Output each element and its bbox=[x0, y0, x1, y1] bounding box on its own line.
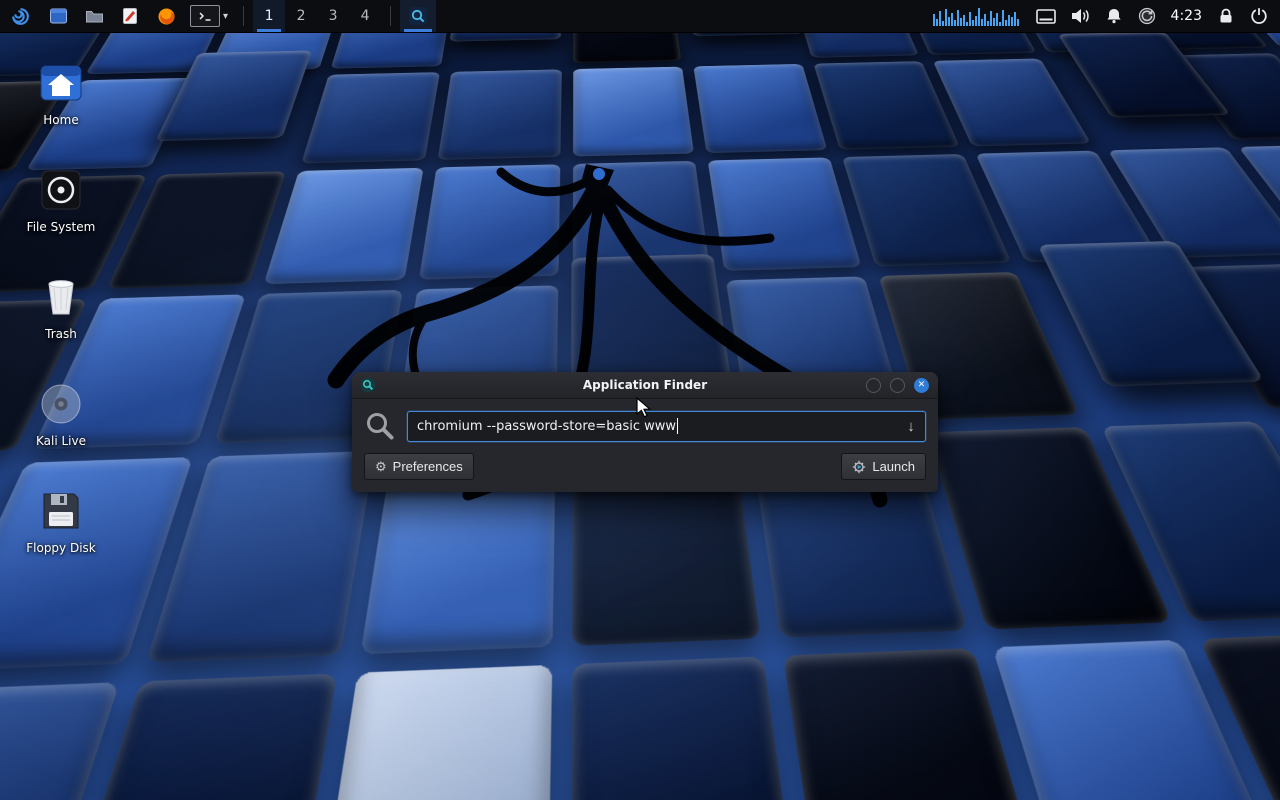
minimize-button[interactable] bbox=[866, 378, 881, 393]
text-caret bbox=[677, 418, 678, 434]
drive-icon bbox=[38, 167, 84, 213]
text-editor-icon bbox=[122, 7, 138, 25]
command-input[interactable]: chromium --password-store=basic www bbox=[408, 418, 897, 434]
file-manager-icon bbox=[49, 7, 68, 25]
cube bbox=[438, 69, 562, 160]
floppy-icon bbox=[38, 488, 84, 534]
cube bbox=[708, 157, 862, 271]
terminal-dropdown-icon[interactable]: ▾ bbox=[223, 11, 228, 22]
desktop-icon-floppy-disk[interactable]: Floppy Disk bbox=[14, 480, 108, 587]
folder-icon bbox=[85, 8, 104, 24]
logout-power-icon[interactable] bbox=[1250, 7, 1268, 25]
cube bbox=[419, 164, 560, 279]
search-icon bbox=[364, 410, 396, 442]
workspace-3[interactable]: 3 bbox=[317, 0, 349, 32]
applications-menu-button[interactable] bbox=[0, 0, 40, 32]
desktop-icon-kali-live[interactable]: Kali Live bbox=[14, 373, 108, 480]
cube bbox=[573, 67, 695, 157]
panel-left: ▾ 1 2 3 4 bbox=[0, 0, 436, 32]
trash-empty-icon bbox=[38, 274, 84, 320]
file-manager-launcher[interactable] bbox=[40, 0, 76, 32]
close-icon: ✕ bbox=[918, 380, 926, 390]
volume-icon[interactable] bbox=[1071, 8, 1090, 24]
application-finder-window: Application Finder ✕ chromium --password… bbox=[352, 372, 938, 492]
app-finder-icon bbox=[408, 6, 428, 26]
cube bbox=[264, 168, 424, 284]
desktop-icon-trash[interactable]: Trash bbox=[14, 266, 108, 373]
top-panel: ▾ 1 2 3 4 bbox=[0, 0, 1280, 33]
down-arrow-icon: ↓ bbox=[907, 418, 915, 435]
terminal-icon bbox=[190, 5, 220, 27]
cube bbox=[694, 64, 828, 153]
updates-icon[interactable] bbox=[1138, 7, 1156, 25]
home-folder-icon bbox=[38, 60, 84, 106]
desktop-icon-column: Home File System Trash Kali Live bbox=[14, 52, 108, 587]
cube bbox=[814, 61, 960, 150]
workspace-2[interactable]: 2 bbox=[285, 0, 317, 32]
firefox-launcher[interactable] bbox=[148, 0, 184, 32]
panel-tray: 4:23 bbox=[933, 5, 1280, 27]
notifications-bell-icon[interactable] bbox=[1105, 8, 1123, 24]
desktop-icon-file-system[interactable]: File System bbox=[14, 159, 108, 266]
command-entry: chromium --password-store=basic www ↓ bbox=[407, 411, 926, 442]
titlebar[interactable]: Application Finder ✕ bbox=[352, 372, 938, 399]
window-title: Application Finder bbox=[583, 378, 707, 392]
clock[interactable]: 4:23 bbox=[1171, 8, 1202, 24]
terminal-launcher[interactable]: ▾ bbox=[184, 0, 234, 32]
maximize-button[interactable] bbox=[890, 378, 905, 393]
app-finder-taskbar-button[interactable] bbox=[400, 0, 436, 32]
app-finder-window-icon bbox=[360, 377, 376, 393]
display-icon[interactable] bbox=[1036, 9, 1056, 24]
firefox-icon bbox=[157, 7, 176, 26]
history-dropdown-button[interactable]: ↓ bbox=[897, 412, 925, 441]
cube bbox=[0, 682, 120, 800]
dialog-body: chromium --password-store=basic www ↓ ⚙ … bbox=[352, 399, 938, 492]
close-button[interactable]: ✕ bbox=[914, 378, 929, 393]
workspace-4[interactable]: 4 bbox=[349, 0, 381, 32]
launch-button[interactable]: Launch bbox=[841, 453, 926, 480]
cube bbox=[571, 656, 804, 800]
text-editor-launcher[interactable] bbox=[112, 0, 148, 32]
kali-menu-icon bbox=[10, 6, 31, 27]
panel-separator bbox=[243, 6, 244, 26]
window-controls: ✕ bbox=[866, 378, 929, 393]
desktop-icon-home[interactable]: Home bbox=[14, 52, 108, 159]
preferences-button[interactable]: ⚙ Preferences bbox=[364, 453, 474, 480]
lock-icon[interactable] bbox=[1217, 8, 1235, 24]
panel-separator bbox=[390, 6, 391, 26]
audio-spectrum-icon[interactable] bbox=[933, 5, 1021, 27]
launch-run-icon bbox=[852, 460, 866, 474]
cube bbox=[301, 72, 440, 163]
optical-disc-icon bbox=[38, 381, 84, 427]
gear-icon: ⚙ bbox=[375, 460, 387, 473]
folder-launcher[interactable] bbox=[76, 0, 112, 32]
cube bbox=[311, 665, 552, 800]
workspace-1[interactable]: 1 bbox=[253, 0, 285, 32]
cube bbox=[933, 58, 1091, 146]
